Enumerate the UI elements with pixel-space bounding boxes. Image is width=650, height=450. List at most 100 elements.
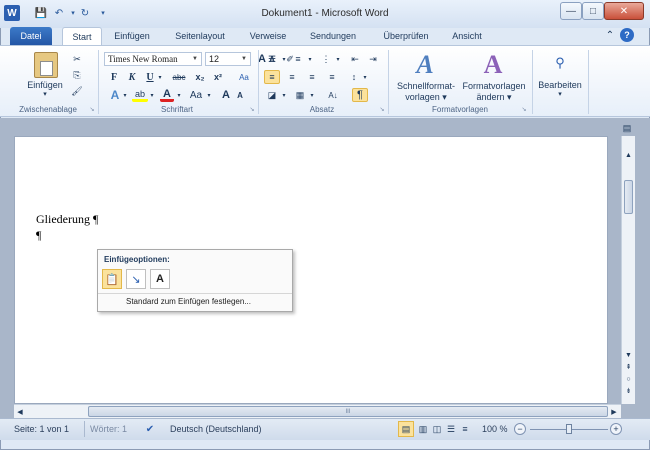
sort-button[interactable]: A↓ [324,88,342,102]
tab-sendungen[interactable]: Sendungen [302,27,364,45]
change-case-dropdown-icon[interactable]: ▾ [205,88,213,102]
shading-icon[interactable]: ◪ [264,88,280,102]
font-color-icon[interactable]: A [160,88,174,102]
paragraph-launcher-icon[interactable]: ↘ [378,105,386,113]
zoom-level[interactable]: 100 % [482,424,508,434]
numbering-dropdown-icon[interactable]: ▾ [306,52,314,66]
scroll-right-icon[interactable]: ▶ [608,406,620,417]
multilevel-list-icon[interactable]: ⋮ [318,52,334,66]
tab-einfuegen[interactable]: Einfügen [106,27,158,45]
multilevel-dropdown-icon[interactable]: ▾ [334,52,342,66]
tab-seitenlayout[interactable]: Seitenlayout [165,27,235,45]
keep-source-formatting-icon[interactable]: 📋 [102,269,122,289]
font-name-dropdown-icon[interactable]: ▼ [192,56,198,62]
change-styles-icon[interactable]: A [478,50,508,80]
zoom-slider-thumb[interactable] [566,424,572,434]
bold-button[interactable]: F [107,70,121,84]
vertical-scrollbar[interactable]: ▲ ▼ ⇞ ○ ⇟ [621,136,635,404]
full-screen-reading-icon[interactable]: ▥ [416,422,430,436]
scroll-left-icon[interactable]: ◀ [14,406,26,417]
horizontal-scroll-thumb[interactable]: III [88,406,608,417]
decrease-indent-icon[interactable]: ⇤ [348,52,362,66]
cut-icon[interactable]: ✂ [70,52,84,66]
highlight-dropdown-icon[interactable]: ▾ [148,88,156,102]
help-icon[interactable]: ? [620,28,634,42]
maximize-button[interactable]: □ [582,2,604,20]
numbering-icon[interactable]: ≡ [290,52,306,66]
strikethrough-button[interactable]: abc [170,70,188,84]
change-case-button[interactable]: Aa [186,88,206,102]
tab-ansicht[interactable]: Ansicht [444,27,490,45]
align-left-button[interactable]: ≡ [264,70,280,84]
shading-dropdown-icon[interactable]: ▾ [280,88,288,102]
editing-button-label[interactable]: Bearbeiten [536,80,584,90]
clipboard-launcher-icon[interactable]: ↘ [88,105,96,113]
subscript-button[interactable]: x₂ [192,70,208,84]
highlight-color-icon[interactable]: ab [132,88,148,102]
print-layout-view-icon[interactable]: ▤ [398,421,414,437]
bullets-dropdown-icon[interactable]: ▾ [280,52,288,66]
close-button[interactable]: ✕ [604,2,644,20]
zoom-in-button[interactable]: + [610,423,622,435]
shrink-font-button[interactable]: A [234,88,246,102]
browse-object-icon[interactable]: ○ [622,374,635,384]
line-spacing-dropdown-icon[interactable]: ▾ [361,70,369,84]
document-empty-paragraph[interactable]: ¶ [36,228,41,243]
borders-dropdown-icon[interactable]: ▾ [308,88,316,102]
next-page-icon[interactable]: ⇟ [622,386,635,396]
change-styles-button[interactable]: Formatvorlagen ändern ▾ [458,81,530,103]
tab-verweise[interactable]: Verweise [240,27,296,45]
superscript-button[interactable]: x² [210,70,226,84]
set-default-paste-link[interactable]: Standard zum Einfügen festlegen... [126,297,251,306]
justify-button[interactable]: ≡ [324,70,340,84]
keep-text-only-icon[interactable]: A [150,269,170,289]
horizontal-scrollbar[interactable]: ◀ III ▶ [14,404,621,418]
proofing-icon[interactable]: ✔ [142,422,158,436]
page-count-status[interactable]: Seite: 1 von 1 [14,424,69,434]
minimize-button[interactable]: — [560,2,582,20]
tab-ueberpruefen[interactable]: Überprüfen [373,27,439,45]
draft-view-icon[interactable]: ≡ [458,422,472,436]
increase-indent-icon[interactable]: ⇥ [366,52,380,66]
previous-page-icon[interactable]: ⇞ [622,362,635,372]
align-center-button[interactable]: ≡ [284,70,300,84]
italic-button[interactable]: K [125,70,139,84]
find-binoculars-icon[interactable]: ⚲ [548,52,572,74]
outline-view-icon[interactable]: ☰ [444,422,458,436]
paste-button-label[interactable]: Einfügen [22,80,68,90]
paste-dropdown-icon[interactable]: ▾ [22,90,68,98]
font-size-dropdown-icon[interactable]: ▼ [241,56,247,62]
vertical-scroll-thumb[interactable] [624,180,633,214]
align-right-button[interactable]: ≡ [304,70,320,84]
quick-styles-icon[interactable]: A [410,50,440,80]
paste-icon[interactable] [34,52,58,78]
font-launcher-icon[interactable]: ↘ [248,105,256,113]
grow-font-button[interactable]: A [220,88,232,102]
text-effects-dropdown-icon[interactable]: ▾ [121,88,129,102]
line-spacing-icon[interactable]: ↕ [346,70,362,84]
web-layout-icon[interactable]: ◫ [430,422,444,436]
editing-dropdown-icon[interactable]: ▾ [536,90,584,98]
change-case-icon[interactable]: Aa [236,70,252,84]
bullets-icon[interactable]: ☰ [264,52,280,66]
collapse-ribbon-icon[interactable]: ⌃ [604,29,616,41]
ruler-toggle-icon[interactable]: ▤ [620,122,634,134]
scroll-up-icon[interactable]: ▲ [622,150,635,160]
quick-styles-button[interactable]: Schnellformat- vorlagen ▾ [392,81,460,103]
font-size-select[interactable]: 12 ▼ [205,52,251,66]
styles-launcher-icon[interactable]: ↘ [520,105,528,113]
scroll-down-icon[interactable]: ▼ [622,350,635,360]
word-count-status[interactable]: Wörter: 1 [90,424,127,434]
underline-dropdown-icon[interactable]: ▾ [156,70,164,84]
tab-datei[interactable]: Datei [10,27,52,45]
format-painter-icon[interactable]: 🖌 [70,84,84,98]
font-color-dropdown-icon[interactable]: ▾ [175,88,183,102]
borders-icon[interactable]: ▦ [292,88,308,102]
underline-button[interactable]: U [143,70,157,84]
merge-formatting-icon[interactable]: ↘ [126,269,146,289]
copy-icon[interactable]: ⎘ [70,68,84,82]
zoom-out-button[interactable]: − [514,423,526,435]
tab-start[interactable]: Start [62,27,102,45]
document-heading-line[interactable]: Gliederung ¶ [36,212,98,227]
font-name-select[interactable]: Times New Roman ▼ [104,52,202,66]
